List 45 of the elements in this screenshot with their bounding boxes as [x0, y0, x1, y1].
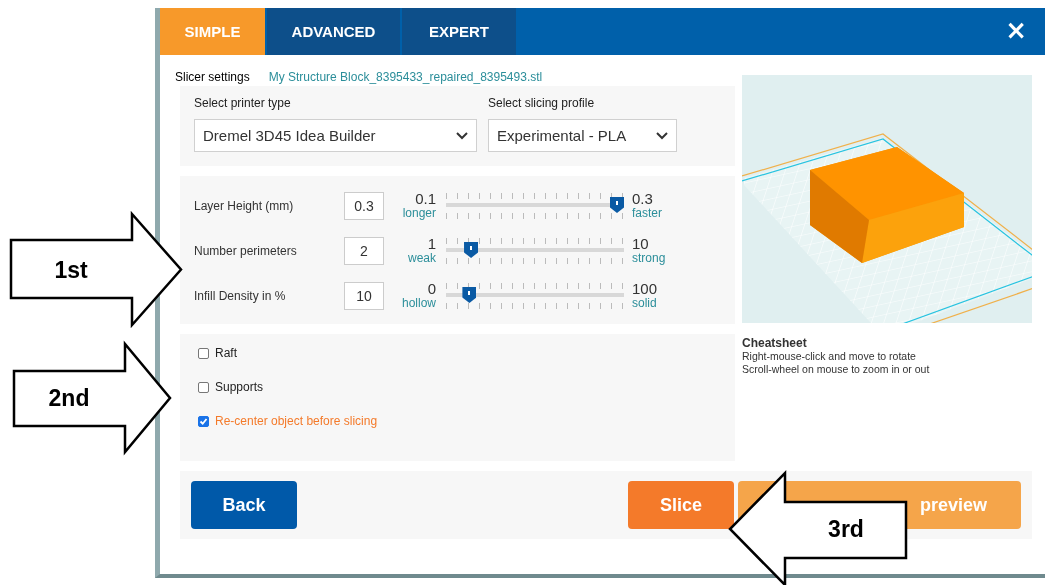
- min-hint: longer: [402, 206, 436, 221]
- option-label: Re-center object before slicing: [215, 414, 378, 428]
- max-value: 10: [632, 236, 649, 251]
- max-hint: faster: [632, 206, 662, 221]
- option-label: Supports: [215, 380, 264, 394]
- settings-label: Slicer settings: [175, 70, 250, 84]
- field-label: Select slicing profile: [488, 96, 596, 110]
- slider-thumb[interactable]: [464, 242, 479, 258]
- tab[interactable]: EXPERT: [402, 8, 516, 55]
- file-name: My Structure Block_8395433_repaired_8395493.stl: [268, 70, 543, 84]
- close-button[interactable]: ×: [1005, 16, 1027, 44]
- cheatsheet-line: Scroll-wheel on mouse to zoom in or out: [742, 363, 931, 376]
- checkbox[interactable]: [198, 347, 209, 359]
- max-value: 0.3: [632, 191, 653, 206]
- chevron-icon: [456, 131, 468, 140]
- min-value: 0: [427, 281, 436, 296]
- option-label: Raft: [215, 346, 237, 360]
- min-hint: weak: [408, 251, 436, 266]
- setting-label: Number perimeters: [194, 244, 298, 258]
- dropdown[interactable]: Dremel 3D45 Idea Builder: [194, 119, 477, 152]
- setting-label: Infill Density in %: [194, 289, 287, 303]
- callout-label: 3rd: [828, 516, 864, 542]
- min-value: 1: [427, 236, 436, 251]
- checkbox[interactable]: [198, 381, 209, 393]
- max-value: 100: [632, 281, 658, 296]
- callout-label: 2nd: [48, 385, 90, 411]
- chevron-icon: [656, 131, 668, 140]
- number-field[interactable]: 2: [344, 237, 384, 265]
- number-field[interactable]: 10: [344, 282, 384, 310]
- checkbox[interactable]: [198, 415, 209, 427]
- min-hint: hollow: [401, 296, 436, 311]
- slider-thumb[interactable]: [610, 197, 624, 213]
- slider-thumb[interactable]: [462, 287, 477, 303]
- callout-label: 1st: [54, 256, 88, 283]
- max-hint: solid: [632, 296, 657, 311]
- cheatsheet-line: Right-mouse-click and move to rotate: [742, 350, 917, 363]
- back-button[interactable]: Back: [191, 481, 297, 529]
- number-field[interactable]: 0.3: [344, 192, 384, 220]
- field-label: Select printer type: [194, 96, 292, 110]
- dropdown[interactable]: Experimental - PLA: [488, 119, 677, 152]
- min-value: 0.1: [415, 191, 436, 206]
- max-hint: strong: [632, 251, 666, 266]
- tab[interactable]: ADVANCED: [267, 8, 400, 55]
- cheatsheet-title: Cheatsheet: [742, 337, 808, 350]
- setting-label: Layer Height (mm): [194, 199, 295, 213]
